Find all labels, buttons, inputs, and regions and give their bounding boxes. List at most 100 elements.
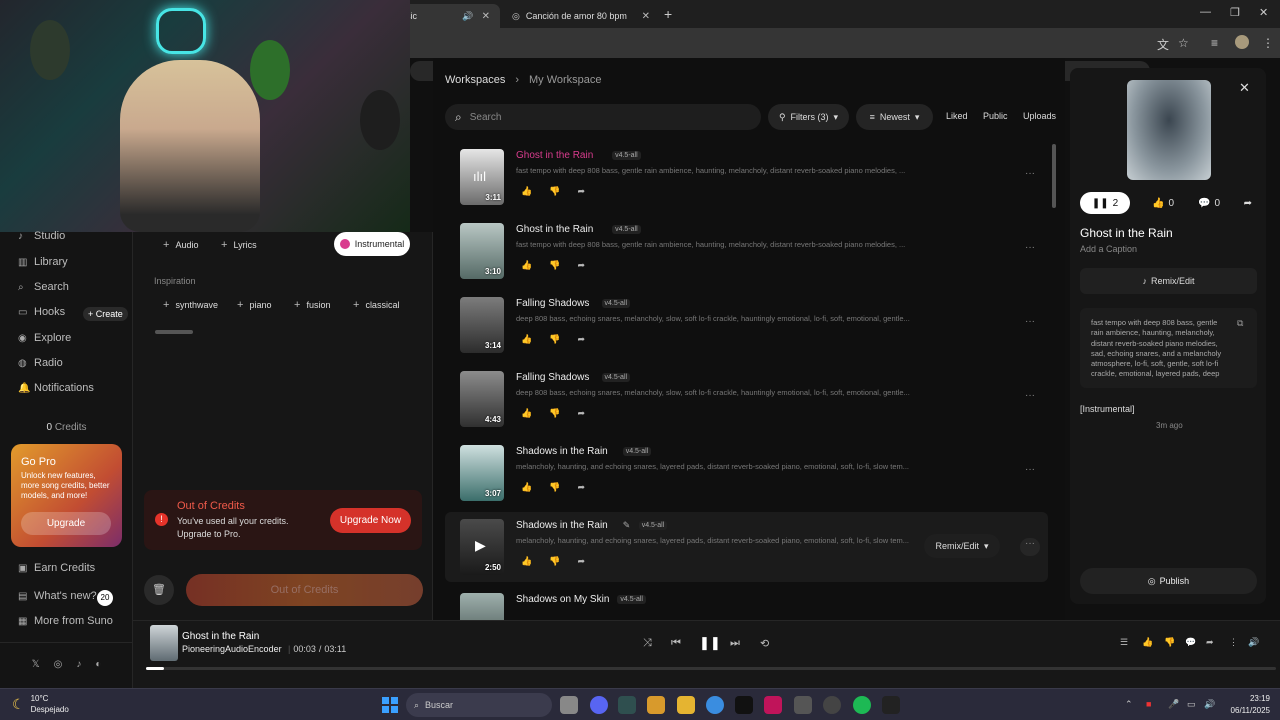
share-icon[interactable]: ➦ xyxy=(577,334,585,345)
discord-app-icon[interactable] xyxy=(590,696,608,714)
edit-pencil-icon[interactable]: ✎ xyxy=(623,520,631,531)
close-tab-icon[interactable]: ✕ xyxy=(482,11,490,22)
thumbs-down-icon[interactable]: 👎 xyxy=(549,260,560,271)
song-title[interactable]: Ghost in the Rain xyxy=(516,150,593,161)
clock[interactable]: 23:19 06/11/2025 xyxy=(1218,693,1270,717)
song-row[interactable]: Shadows on My Skin v4.5-all xyxy=(445,586,1048,620)
tiktok-icon[interactable]: ♪ xyxy=(76,659,81,670)
sidebar-item-studio[interactable]: ♪ Studio xyxy=(18,230,65,242)
windows-start-icon[interactable] xyxy=(382,697,398,713)
thumbs-up-icon[interactable]: 👍 xyxy=(521,482,532,493)
add-caption[interactable]: Add a Caption xyxy=(1080,244,1137,254)
more-icon[interactable]: ⋮ xyxy=(1229,637,1238,648)
more-options-icon[interactable]: ··· xyxy=(1020,168,1040,186)
thumbs-up-icon[interactable]: 👍 xyxy=(1142,637,1153,648)
song-row[interactable]: 3:10 Ghost in the Rain v4.5-all fast tempo … xyxy=(445,216,1048,286)
queue-icon[interactable]: ☰ xyxy=(1120,637,1128,648)
uploads-filter[interactable]: Uploads xyxy=(1023,111,1056,121)
more-options-icon[interactable]: ··· xyxy=(1020,390,1040,408)
spotify-icon[interactable] xyxy=(853,696,871,714)
trash-icon[interactable]: 🗑 xyxy=(144,575,174,605)
lyrics-chip[interactable]: + Lyrics xyxy=(221,239,257,251)
progress-bar[interactable] xyxy=(146,667,1276,670)
taskbar-search[interactable]: ⌕ Buscar xyxy=(406,693,552,717)
sidebar-item-notifications[interactable]: 🔔 Notifications xyxy=(18,382,94,394)
song-title[interactable]: Shadows in the Rain xyxy=(516,446,608,457)
like-button[interactable]: 👍 0 xyxy=(1152,198,1174,209)
pause-icon[interactable]: ❚❚ xyxy=(699,635,721,651)
kebab-menu-icon[interactable]: ⋮ xyxy=(1262,36,1274,50)
previous-icon[interactable]: ⏮ xyxy=(671,637,681,650)
sidebar-item-whats-new[interactable]: ▤ What's new? xyxy=(18,590,97,602)
browser-tab[interactable]: ◎ Canción de amor 80 bpm ✕ xyxy=(502,4,660,28)
comment-button[interactable]: 💬 0 xyxy=(1198,198,1220,209)
sidebar-item-hooks[interactable]: ▭ Hooks xyxy=(18,306,65,318)
create-hook-button[interactable]: + Create xyxy=(83,307,128,321)
liked-filter[interactable]: Liked xyxy=(946,111,968,121)
thumbs-down-icon[interactable]: 👎 xyxy=(549,186,560,197)
app-icon[interactable] xyxy=(618,696,636,714)
x-icon[interactable]: 𝕏 xyxy=(32,659,40,670)
chrome-icon[interactable] xyxy=(706,696,724,714)
song-title[interactable]: Falling Shadows xyxy=(516,298,589,309)
song-title[interactable]: Shadows in the Rain xyxy=(516,520,608,531)
weather-widget[interactable]: ☾ 10°C Despejado xyxy=(12,693,69,715)
filters-button[interactable]: ⚲ Filters (3) ▾ xyxy=(768,104,849,130)
inspiration-chip[interactable]: + synthwave xyxy=(163,299,218,311)
horizontal-scrollbar[interactable] xyxy=(155,330,193,334)
song-row[interactable]: ▶ 2:50 Shadows in the Rain ✎ v4.5-all melanch… xyxy=(445,512,1048,582)
player-title[interactable]: Ghost in the Rain xyxy=(182,631,259,642)
app-icon[interactable] xyxy=(735,696,753,714)
new-tab-button[interactable]: + xyxy=(664,6,672,22)
minimize-icon[interactable]: — xyxy=(1200,6,1211,18)
browser-tab-active[interactable]: sic 🔊 ✕ xyxy=(396,4,500,28)
song-thumbnail[interactable] xyxy=(460,593,504,620)
share-icon[interactable]: ➦ xyxy=(577,482,585,493)
volume-icon[interactable]: 🔊 xyxy=(1248,637,1259,648)
app-icon[interactable] xyxy=(764,696,782,714)
steam-icon[interactable] xyxy=(823,696,841,714)
remix-edit-button[interactable]: ♪ Remix/Edit xyxy=(1080,268,1257,294)
song-title[interactable]: Ghost in the Rain xyxy=(516,224,593,235)
task-view-icon[interactable] xyxy=(560,696,578,714)
share-icon[interactable]: ➦ xyxy=(577,408,585,419)
thumbs-up-icon[interactable]: 👍 xyxy=(521,334,532,345)
inspiration-chip[interactable]: + fusion xyxy=(294,299,330,311)
shuffle-icon[interactable]: ⤨ xyxy=(643,637,652,650)
breadcrumb-workspaces[interactable]: Workspaces xyxy=(445,74,505,86)
network-icon[interactable]: ▭ xyxy=(1187,699,1196,710)
copy-icon[interactable]: ⧉ xyxy=(1237,318,1243,329)
song-row[interactable]: 3:07 Shadows in the Rain v4.5-all melanchol… xyxy=(445,438,1048,508)
next-icon[interactable]: ⏭ xyxy=(730,637,740,650)
thumbs-up-icon[interactable]: 👍 xyxy=(521,186,532,197)
comment-icon[interactable]: 💬 xyxy=(1185,637,1196,648)
close-tab-icon[interactable]: ✕ xyxy=(642,11,650,22)
song-title[interactable]: Falling Shadows xyxy=(516,372,589,383)
close-window-icon[interactable]: ✕ xyxy=(1259,6,1268,19)
xbox-icon[interactable] xyxy=(794,696,812,714)
search-input[interactable]: ⌕ Search xyxy=(445,104,761,130)
close-icon[interactable]: ✕ xyxy=(1239,80,1250,96)
share-icon[interactable]: ➦ xyxy=(1206,637,1214,648)
thumbs-down-icon[interactable]: 👎 xyxy=(549,556,560,567)
inspiration-chip[interactable]: + piano xyxy=(237,299,271,311)
song-row[interactable]: 4:43 Falling Shadows v4.5-all deep 808 bass… xyxy=(445,364,1048,434)
public-filter[interactable]: Public xyxy=(983,111,1008,121)
vertical-scrollbar[interactable] xyxy=(1052,144,1056,208)
sidebar-item-explore[interactable]: ◉ Explore xyxy=(18,332,71,344)
thumbs-up-icon[interactable]: 👍 xyxy=(521,556,532,567)
thumbs-down-icon[interactable]: 👎 xyxy=(549,408,560,419)
song-row[interactable]: ılıl 3:11 Ghost in the Rain v4.5-all fast te… xyxy=(445,142,1048,212)
translate-icon[interactable]: 文 xyxy=(1157,36,1169,53)
more-options-icon[interactable]: ··· xyxy=(1020,316,1040,334)
song-thumbnail[interactable]: ▶ 2:50 xyxy=(460,519,504,575)
reading-list-icon[interactable]: ≡ xyxy=(1211,36,1218,50)
share-icon[interactable]: ➦ xyxy=(577,556,585,567)
more-options-icon[interactable]: ··· xyxy=(1020,538,1040,556)
more-options-icon[interactable]: ··· xyxy=(1020,464,1040,482)
song-title[interactable]: Shadows on My Skin xyxy=(516,594,609,605)
tray-chevron-icon[interactable]: ⌃ xyxy=(1125,699,1133,710)
volume-icon[interactable]: 🔊 xyxy=(1204,699,1215,710)
sidebar-item-search[interactable]: ⌕ Search xyxy=(18,281,69,293)
thumbs-up-icon[interactable]: 👍 xyxy=(521,408,532,419)
